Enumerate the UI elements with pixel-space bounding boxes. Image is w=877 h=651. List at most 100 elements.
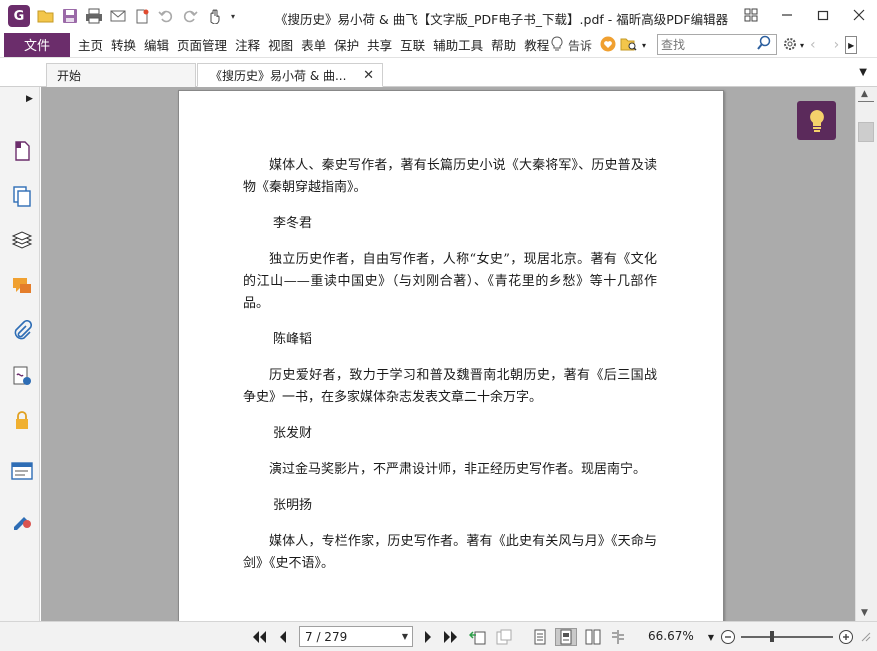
author-name: 陈峰韬 xyxy=(273,332,313,347)
menu-view[interactable]: 视图 xyxy=(266,35,295,54)
next-view-icon[interactable] xyxy=(494,628,514,646)
window-controls xyxy=(733,0,877,30)
close-window-icon[interactable] xyxy=(841,0,877,30)
continuous-view-icon[interactable] xyxy=(555,628,577,646)
pdf-page: 媒体人、秦史写作者，著有长篇历史小说《大秦将军》、历史普及读物《秦朝穿越指南》。… xyxy=(178,90,724,621)
vertical-scrollbar[interactable]: ▲ ▼ xyxy=(855,87,877,621)
hand-tool-icon[interactable] xyxy=(204,6,224,26)
ribbon-prev-icon[interactable]: ‹ xyxy=(810,37,816,53)
window-title: 《搜历史》易小荷 & 曲飞【文字版_PDF电子书_下载】.pdf - 福昕高级P… xyxy=(275,12,729,27)
layers-icon[interactable] xyxy=(10,229,34,253)
tab-list-dropdown-icon[interactable]: ▼ xyxy=(859,67,867,78)
file-menu-button[interactable]: 文件 xyxy=(4,32,70,57)
menu-convert[interactable]: 转换 xyxy=(109,35,138,54)
attachment-paperclip-icon[interactable] xyxy=(10,319,34,343)
feedback-heart-icon[interactable] xyxy=(600,36,616,55)
facing-view-icon[interactable] xyxy=(584,628,602,646)
document-viewport[interactable]: 媒体人、秦史写作者，著有长篇历史小说《大秦将军》、历史普及读物《秦朝穿越指南》。… xyxy=(41,87,855,621)
menu-tutorial[interactable]: 教程 xyxy=(522,35,551,54)
bio-paragraph: 媒体人，专栏作家，历史写作者。著有《此史有关风与月》《天命与剑》《史不语》。 xyxy=(243,534,657,571)
tell-me-label[interactable]: 告诉 xyxy=(568,37,592,54)
security-lock-icon[interactable] xyxy=(10,409,34,433)
page-thumbnail-icon[interactable] xyxy=(10,139,34,163)
minimize-icon[interactable] xyxy=(769,0,805,30)
page-text-content: 媒体人、秦史写作者，著有长篇历史小说《大秦将军》、历史普及读物《秦朝穿越指南》。… xyxy=(243,155,657,589)
zoom-level[interactable]: 66.67% xyxy=(648,629,694,643)
bio-paragraph: 媒体人、秦史写作者，著有长篇历史小说《大秦将军》、历史普及读物《秦朝穿越指南》。 xyxy=(243,158,657,195)
sidebar-expand-icon[interactable]: ▶ xyxy=(26,94,33,104)
navigation-sidebar: ▶ xyxy=(0,87,40,621)
zoom-dropdown-icon[interactable]: ▼ xyxy=(706,628,716,646)
ribbon-expand-icon[interactable]: ▶ xyxy=(845,36,858,54)
ribbon-next-icon[interactable]: › xyxy=(834,37,840,53)
page-number-select[interactable]: 7 / 279 ▼ xyxy=(299,626,413,647)
maximize-icon[interactable] xyxy=(805,0,841,30)
menu-connect[interactable]: 互联 xyxy=(398,35,427,54)
menu-accessibility[interactable]: 辅助工具 xyxy=(431,35,485,54)
zoom-slider-thumb[interactable] xyxy=(770,631,774,642)
scroll-top-divider xyxy=(858,101,874,102)
scroll-up-icon[interactable]: ▲ xyxy=(861,89,868,99)
settings-dropdown-icon[interactable]: ▾ xyxy=(800,41,804,50)
author-name: 张发财 xyxy=(273,426,313,441)
pages-icon[interactable] xyxy=(10,184,34,208)
customize-toolbar-icon[interactable]: ▾ xyxy=(228,6,238,26)
previous-page-icon[interactable] xyxy=(275,628,291,646)
open-folder-icon[interactable] xyxy=(36,6,56,26)
app-logo[interactable]: G xyxy=(8,5,30,27)
bio-paragraph: 演过金马奖影片，不严肃设计师，非正经历史写作者。现居南宁。 xyxy=(269,462,647,477)
author-name: 张明扬 xyxy=(273,498,313,513)
find-dropdown-icon[interactable]: ▾ xyxy=(642,41,646,50)
page-number-value: 7 / 279 xyxy=(305,629,348,644)
menu-items: 主页 转换 编辑 页面管理 注释 视图 表单 保护 共享 互联 辅助工具 帮助 … xyxy=(74,35,553,54)
comments-icon[interactable] xyxy=(10,274,34,298)
search-icon[interactable] xyxy=(756,35,772,54)
tips-lightbulb-button[interactable] xyxy=(797,101,836,140)
search-box[interactable] xyxy=(657,34,777,55)
form-fields-icon[interactable] xyxy=(10,459,34,483)
tab-start-label: 开始 xyxy=(57,69,82,83)
settings-gear-icon[interactable] xyxy=(782,36,798,55)
menu-form[interactable]: 表单 xyxy=(299,35,328,54)
previous-view-icon[interactable] xyxy=(468,628,488,646)
menu-organize[interactable]: 页面管理 xyxy=(175,35,229,54)
lightbulb-icon[interactable] xyxy=(550,35,564,55)
lightbulb-tip-icon xyxy=(809,109,824,132)
save-icon[interactable] xyxy=(60,6,80,26)
menu-share[interactable]: 共享 xyxy=(365,35,394,54)
last-page-icon[interactable] xyxy=(442,628,460,646)
tab-document[interactable]: 《搜历史》易小荷 & 曲... ✕ xyxy=(197,63,383,87)
redo-icon[interactable] xyxy=(180,6,200,26)
menu-home[interactable]: 主页 xyxy=(76,35,105,54)
tab-document-label: 《搜历史》易小荷 & 曲... xyxy=(210,68,347,83)
menu-protect[interactable]: 保护 xyxy=(332,35,361,54)
print-icon[interactable] xyxy=(84,6,104,26)
zoom-slider-track[interactable] xyxy=(741,636,833,638)
certificate-pen-icon[interactable] xyxy=(10,507,34,531)
zoom-in-icon[interactable] xyxy=(837,628,855,646)
resize-grip-icon[interactable] xyxy=(860,628,872,646)
ribbon-nav: ▾ ‹ › ▶ xyxy=(782,32,858,58)
search-input[interactable] xyxy=(658,37,756,52)
first-page-icon[interactable] xyxy=(250,628,268,646)
next-page-icon[interactable] xyxy=(420,628,436,646)
close-tab-icon[interactable]: ✕ xyxy=(363,68,374,83)
find-folder-icon[interactable] xyxy=(620,36,638,55)
new-document-icon[interactable] xyxy=(132,6,152,26)
quick-access-toolbar: ▾ xyxy=(36,6,238,26)
ribbon-right-tools: 告诉 ▾ xyxy=(550,32,646,58)
zoom-out-icon[interactable] xyxy=(719,628,737,646)
single-page-view-icon[interactable] xyxy=(531,628,549,646)
scroll-down-icon[interactable]: ▼ xyxy=(861,608,868,618)
menu-edit[interactable]: 编辑 xyxy=(142,35,171,54)
email-icon[interactable] xyxy=(108,6,128,26)
tab-start[interactable]: 开始 xyxy=(46,63,196,87)
menu-comment[interactable]: 注释 xyxy=(233,35,262,54)
scroll-thumb[interactable] xyxy=(858,122,874,142)
signature-verify-icon[interactable] xyxy=(10,364,34,388)
restore-layout-icon[interactable] xyxy=(733,0,769,30)
title-bar: G ▾ 《搜历史》易小荷 & 曲飞【文字版_PDF电子书_下载】.pdf - 福… xyxy=(0,0,877,32)
undo-icon[interactable] xyxy=(156,6,176,26)
menu-help[interactable]: 帮助 xyxy=(489,35,518,54)
continuous-facing-view-icon[interactable] xyxy=(609,628,627,646)
